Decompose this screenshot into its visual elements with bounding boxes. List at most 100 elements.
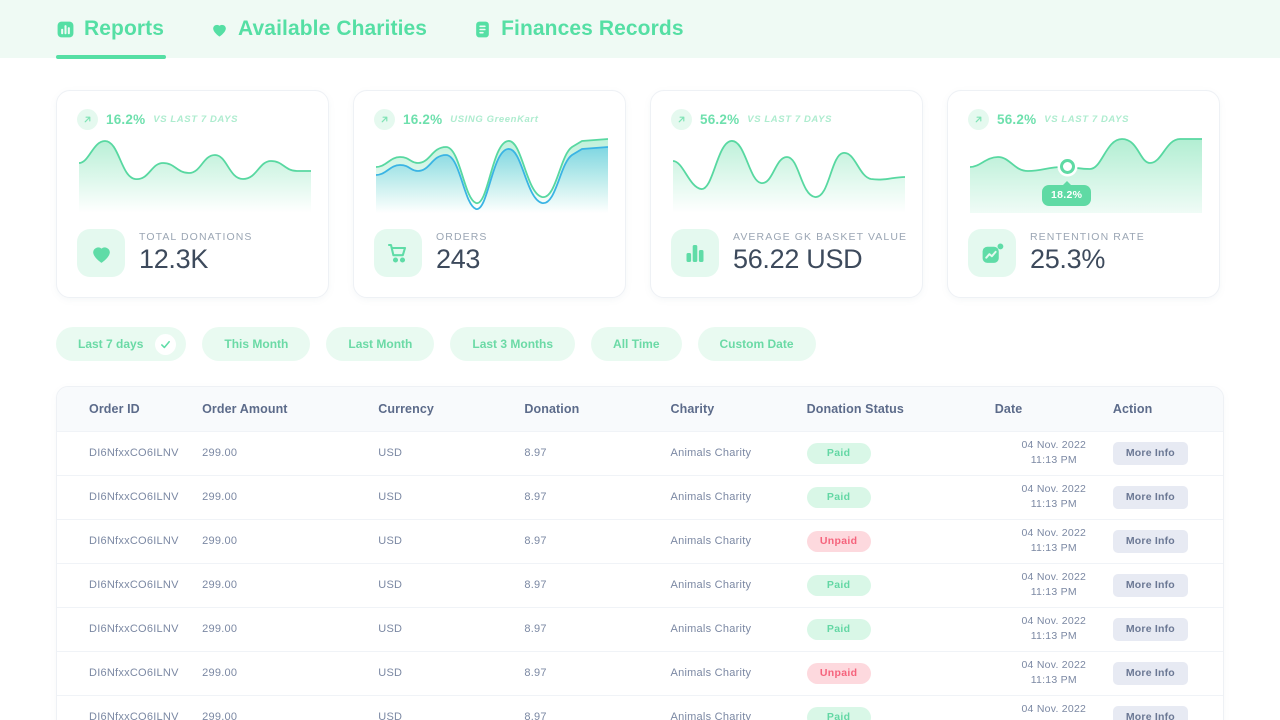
column-header-donation[interactable]: Donation	[524, 387, 670, 431]
filter-chip-custom-date[interactable]: Custom Date	[697, 327, 816, 361]
table-row[interactable]: DI6NfxxCO6ILNV 299.00 USD 8.97 Animals Chari…	[57, 607, 1223, 651]
tab-reports[interactable]: Reports	[56, 0, 167, 59]
more-info-button[interactable]: More Info	[1112, 617, 1188, 641]
column-header-donation-status[interactable]: Donation Status	[807, 387, 995, 431]
cell-currency: USD	[378, 579, 403, 591]
kpi-label: AVERAGE GK BASKET VALUE	[733, 231, 908, 243]
card-metric: TOTAL DONATIONS 12.3K	[77, 229, 253, 277]
cell-donation: 8.97	[524, 447, 547, 459]
kpi-value: 56.22 USD	[733, 244, 863, 274]
card-metric: AVERAGE GK BASKET VALUE 56.22 USD	[671, 229, 907, 277]
active-tab-underline	[56, 55, 167, 59]
cell-order-id: DI6NfxxCO6ILNV	[89, 535, 179, 547]
more-info-button[interactable]: More Info	[1112, 485, 1188, 509]
trend-chart-icon	[968, 229, 1016, 277]
column-header-action: Action	[1112, 401, 1153, 416]
cell-currency: USD	[378, 535, 403, 547]
cell-date: 04 Nov. 202211:13 PM	[1021, 658, 1087, 686]
column-header-charity[interactable]: Charity	[671, 387, 807, 431]
cell-order-id: DI6NfxxCO6ILNV	[89, 711, 179, 720]
cell-order-amount: 299.00	[202, 447, 238, 459]
filter-chip-last-7-days[interactable]: Last 7 days	[56, 327, 187, 361]
kpi-card-retention-rate[interactable]: 56.2% VS LAST 7 DAYS 18.2% RENTENTION RA…	[947, 90, 1220, 298]
table-row[interactable]: DI6NfxxCO6ILNV 299.00 USD 8.97 Animals Chari…	[57, 563, 1223, 607]
kpi-card-average-basket-value[interactable]: 56.2% VS LAST 7 DAYS AVERAGE GK BASKET V…	[650, 90, 923, 298]
orders-table: Order ID Order Amount Currency Donation …	[56, 386, 1224, 720]
trend-up-arrow-icon	[968, 109, 989, 130]
cell-charity: Animals Charity	[670, 579, 752, 591]
cell-donation-status: Unpaid	[806, 651, 995, 695]
cell-date: 04 Nov. 202211:13 PM	[1021, 526, 1087, 554]
cell-order-id: DI6NfxxCO6ILNV	[89, 491, 179, 503]
filter-chip-this-month[interactable]: This Month	[202, 327, 311, 361]
filter-chip-label: Last 7 days	[78, 337, 144, 351]
table-header-row: Order ID Order Amount Currency Donation …	[57, 387, 1223, 431]
column-header-order-id[interactable]: Order ID	[57, 387, 202, 431]
column-header-order-amount[interactable]: Order Amount	[202, 387, 378, 431]
cell-currency: USD	[378, 667, 403, 679]
column-header-currency[interactable]: Currency	[378, 387, 524, 431]
kpi-label: RENTENTION RATE	[1030, 231, 1145, 243]
status-badge: Paid	[806, 486, 871, 508]
filter-chip-label: Last Month	[348, 337, 413, 351]
trend-percent: 56.2%	[700, 112, 740, 127]
table-row[interactable]: DI6NfxxCO6ILNV 299.00 USD 8.97 Animals Chari…	[57, 475, 1223, 519]
kpi-card-total-donations[interactable]: 16.2% VS LAST 7 DAYS TOTAL DONATIONS 12.…	[56, 90, 329, 298]
cell-charity: Animals Charity	[670, 667, 752, 679]
cell-donation: 8.97	[524, 579, 547, 591]
tooltip-value: 18.2%	[1042, 185, 1092, 206]
filter-chip-last-3-months[interactable]: Last 3 Months	[450, 327, 576, 361]
cell-currency: USD	[378, 711, 403, 720]
kpi-value: 12.3K	[139, 244, 209, 274]
filter-chip-last-month[interactable]: Last Month	[326, 327, 435, 361]
card-metric: RENTENTION RATE 25.3%	[968, 229, 1145, 277]
cell-donation: 8.97	[524, 623, 547, 635]
more-info-button[interactable]: More Info	[1112, 529, 1188, 553]
cell-donation-status: Unpaid	[806, 519, 995, 563]
more-info-button[interactable]: More Info	[1112, 441, 1188, 465]
cell-action: More Info	[1112, 695, 1223, 720]
more-info-button[interactable]: More Info	[1112, 573, 1188, 597]
cell-charity: Animals Charity	[670, 535, 752, 547]
cell-charity: Animals Charity	[670, 711, 752, 720]
date-range-filter-group: Last 7 days This Month Last Month Last 3…	[0, 298, 1280, 361]
cell-donation-status: Paid	[806, 475, 995, 519]
cell-donation-status: Paid	[806, 695, 995, 720]
status-badge: Unpaid	[806, 530, 871, 552]
cell-charity: Animals Charity	[670, 623, 752, 635]
trend-up-arrow-icon	[671, 109, 692, 130]
table-row[interactable]: DI6NfxxCO6ILNV 299.00 USD 8.97 Animals Chari…	[57, 519, 1223, 563]
more-info-button[interactable]: More Info	[1112, 705, 1188, 720]
cell-order-amount: 299.00	[202, 711, 238, 720]
trend-percent: 16.2%	[106, 112, 146, 127]
cell-order-id: DI6NfxxCO6ILNV	[89, 623, 179, 635]
kpi-value: 243	[436, 244, 481, 274]
tab-available-charities-label: Available Charities	[238, 17, 428, 40]
card-trend-row: 56.2% VS LAST 7 DAYS	[948, 91, 1219, 130]
tab-finances-records[interactable]: Finances Records	[473, 0, 684, 58]
card-trend-row: 16.2% USING GreenKart	[354, 91, 625, 130]
card-trend-row: 16.2% VS LAST 7 DAYS	[57, 91, 328, 130]
filter-chip-label: Custom Date	[719, 337, 794, 351]
trend-percent: 56.2%	[997, 112, 1037, 127]
cell-order-amount: 299.00	[202, 579, 238, 591]
tab-available-charities[interactable]: Available Charities	[210, 0, 427, 58]
filter-chip-all-time[interactable]: All Time	[591, 327, 682, 361]
more-info-button[interactable]: More Info	[1112, 661, 1188, 685]
cell-currency: USD	[378, 491, 403, 503]
table-row[interactable]: DI6NfxxCO6ILNV 299.00 USD 8.97 Animals Chari…	[57, 695, 1223, 720]
column-header-date[interactable]: Date	[995, 387, 1113, 431]
filter-chip-label: All Time	[613, 337, 660, 351]
bar-chart-icon	[671, 229, 719, 277]
cell-donation: 8.97	[524, 535, 547, 547]
cell-donation: 8.97	[524, 711, 547, 720]
table-row[interactable]: DI6NfxxCO6ILNV 299.00 USD 8.97 Animals Chari…	[57, 431, 1223, 475]
filter-chip-label: Last 3 Months	[472, 337, 554, 351]
status-badge: Paid	[806, 574, 871, 596]
table-row[interactable]: DI6NfxxCO6ILNV 299.00 USD 8.97 Animals Chari…	[57, 651, 1223, 695]
cell-order-id: DI6NfxxCO6ILNV	[89, 579, 179, 591]
data-point-marker[interactable]	[1060, 159, 1075, 174]
sparkline-orders	[376, 138, 608, 213]
status-badge: Unpaid	[806, 662, 871, 684]
kpi-card-orders[interactable]: 16.2% USING GreenKart ORDERS 243	[353, 90, 626, 298]
